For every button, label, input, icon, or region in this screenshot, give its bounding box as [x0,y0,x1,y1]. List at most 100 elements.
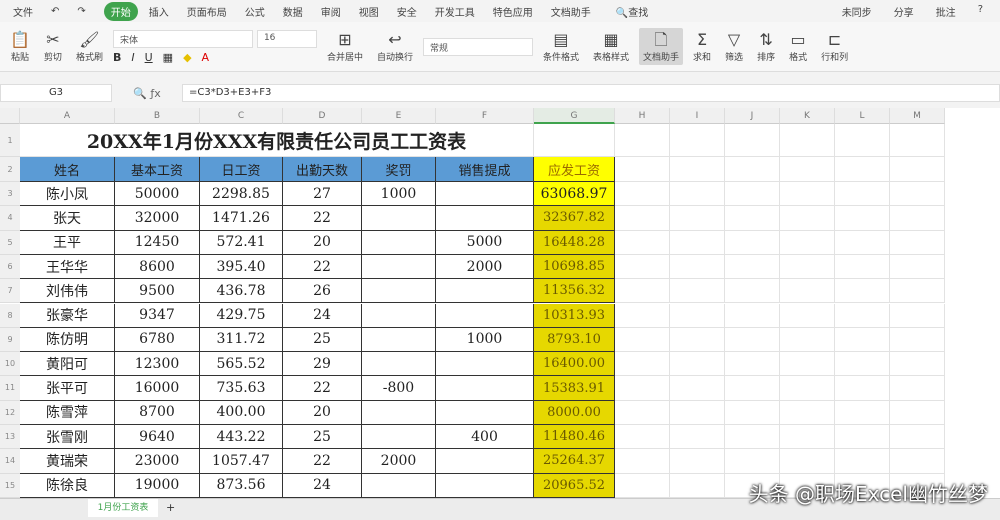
grid-cell[interactable] [780,206,835,231]
net-pay-cell[interactable]: 15383.91 [534,376,615,401]
table-cell[interactable]: 23000 [115,449,200,474]
add-sheet-button[interactable]: + [166,501,175,514]
grid-cell[interactable] [890,400,945,425]
table-cell[interactable] [436,473,534,498]
table-cell[interactable] [436,279,534,304]
underline-button[interactable]: U [145,51,153,64]
row-header-8[interactable]: 8 [0,303,20,328]
table-cell[interactable] [362,206,436,231]
sync-button[interactable]: 未同步 [835,2,879,21]
table-cell[interactable]: 19000 [115,473,200,498]
font-size-select[interactable]: 16 [256,29,317,48]
net-pay-cell[interactable]: 11480.46 [534,425,615,450]
grid-cell[interactable] [725,206,780,231]
table-cell[interactable]: 1057.47 [200,449,283,474]
grid-cell[interactable] [615,449,670,474]
grid-cell[interactable] [670,449,725,474]
column-header-F[interactable]: F [436,108,534,124]
fill-color-icon[interactable]: ◆ [183,51,191,64]
column-header-E[interactable]: E [362,108,436,124]
tab-6[interactable]: 视图 [352,2,386,21]
table-cell[interactable] [362,400,436,425]
grid-cell[interactable] [725,182,780,207]
net-pay-cell[interactable]: 63068.97 [534,182,615,207]
grid-cell[interactable] [780,182,835,207]
merge-center-button[interactable]: ⊞ 合并居中 [323,28,367,65]
table-cell[interactable]: 张雪刚 [20,425,115,450]
grid-cell[interactable] [725,400,780,425]
table-cell[interactable]: -800 [362,376,436,401]
net-pay-cell[interactable]: 20965.52 [534,473,615,498]
grid-cell[interactable] [835,157,890,182]
grid-cell[interactable] [670,157,725,182]
name-box[interactable]: G3 [0,84,112,102]
row-header-4[interactable]: 4 [0,206,20,231]
grid-cell[interactable] [780,254,835,280]
row-header-5[interactable]: 5 [0,230,20,255]
table-cell[interactable] [362,303,436,328]
table-cell[interactable]: 25 [283,327,362,353]
grid-cell[interactable] [835,124,890,157]
column-header-M[interactable]: M [890,108,945,124]
table-cell[interactable]: 395.40 [200,254,283,280]
table-title[interactable]: 20XX年1月份XXX有限责任公司员工工资表 [20,124,534,157]
table-cell[interactable] [362,254,436,280]
tab-8[interactable]: 开发工具 [428,2,482,21]
column-header-B[interactable]: B [115,108,200,124]
grid-cell[interactable] [835,206,890,231]
table-cell[interactable]: 2298.85 [200,182,283,207]
table-cell[interactable] [436,352,534,377]
header-cell[interactable]: 出勤天数 [283,157,362,182]
file-menu[interactable]: 文件 [6,2,40,21]
paste-button[interactable]: 📋 粘贴 [6,28,34,65]
grid-cell[interactable] [725,352,780,377]
column-header-J[interactable]: J [725,108,780,124]
table-cell[interactable]: 12300 [115,352,200,377]
grid-cell[interactable] [835,449,890,474]
table-cell[interactable]: 6780 [115,327,200,353]
table-cell[interactable]: 陈小凤 [20,182,115,207]
border-icon[interactable]: ▦ [163,51,173,64]
header-cell[interactable]: 日工资 [200,157,283,182]
grid-cell[interactable] [670,400,725,425]
row-header-2[interactable]: 2 [0,157,20,182]
table-cell[interactable]: 873.56 [200,473,283,498]
table-cell[interactable]: 9347 [115,303,200,328]
grid-cell[interactable] [615,124,670,157]
table-cell[interactable]: 张豪华 [20,303,115,328]
grid-cell[interactable] [615,327,670,353]
header-cell[interactable]: 应发工资 [534,157,615,182]
grid-cell[interactable] [725,303,780,328]
table-cell[interactable]: 25 [283,425,362,450]
table-cell[interactable]: 5000 [436,230,534,255]
table-cell[interactable]: 12450 [115,230,200,255]
table-cell[interactable]: 735.63 [200,376,283,401]
table-cell[interactable]: 黄阳可 [20,352,115,377]
table-cell[interactable]: 刘伟伟 [20,279,115,304]
header-cell[interactable]: 销售提成 [436,157,534,182]
table-cell[interactable]: 9640 [115,425,200,450]
table-cell[interactable] [362,352,436,377]
tab-3[interactable]: 公式 [238,2,272,21]
row-header-7[interactable]: 7 [0,279,20,304]
font-select[interactable]: 宋体 [112,29,253,48]
table-cell[interactable]: 311.72 [200,327,283,353]
table-cell[interactable]: 20 [283,400,362,425]
column-header-A[interactable]: A [20,108,115,124]
table-cell[interactable]: 张平可 [20,376,115,401]
table-cell[interactable]: 王华华 [20,254,115,280]
grid-cell[interactable] [890,279,945,304]
table-cell[interactable]: 2000 [362,449,436,474]
grid-cell[interactable] [835,230,890,255]
grid-cell[interactable] [890,254,945,280]
sum-button[interactable]: Σ 求和 [689,28,715,65]
tab-9[interactable]: 特色应用 [486,2,540,21]
grid-cell[interactable] [670,279,725,304]
net-pay-cell[interactable]: 10313.93 [534,303,615,328]
grid-cell[interactable] [670,327,725,353]
grid-cell[interactable] [670,425,725,450]
grid-cell[interactable] [890,157,945,182]
grid-cell[interactable] [835,303,890,328]
table-cell[interactable]: 陈雪萍 [20,400,115,425]
filter-button[interactable]: ▽ 筛选 [721,28,747,65]
